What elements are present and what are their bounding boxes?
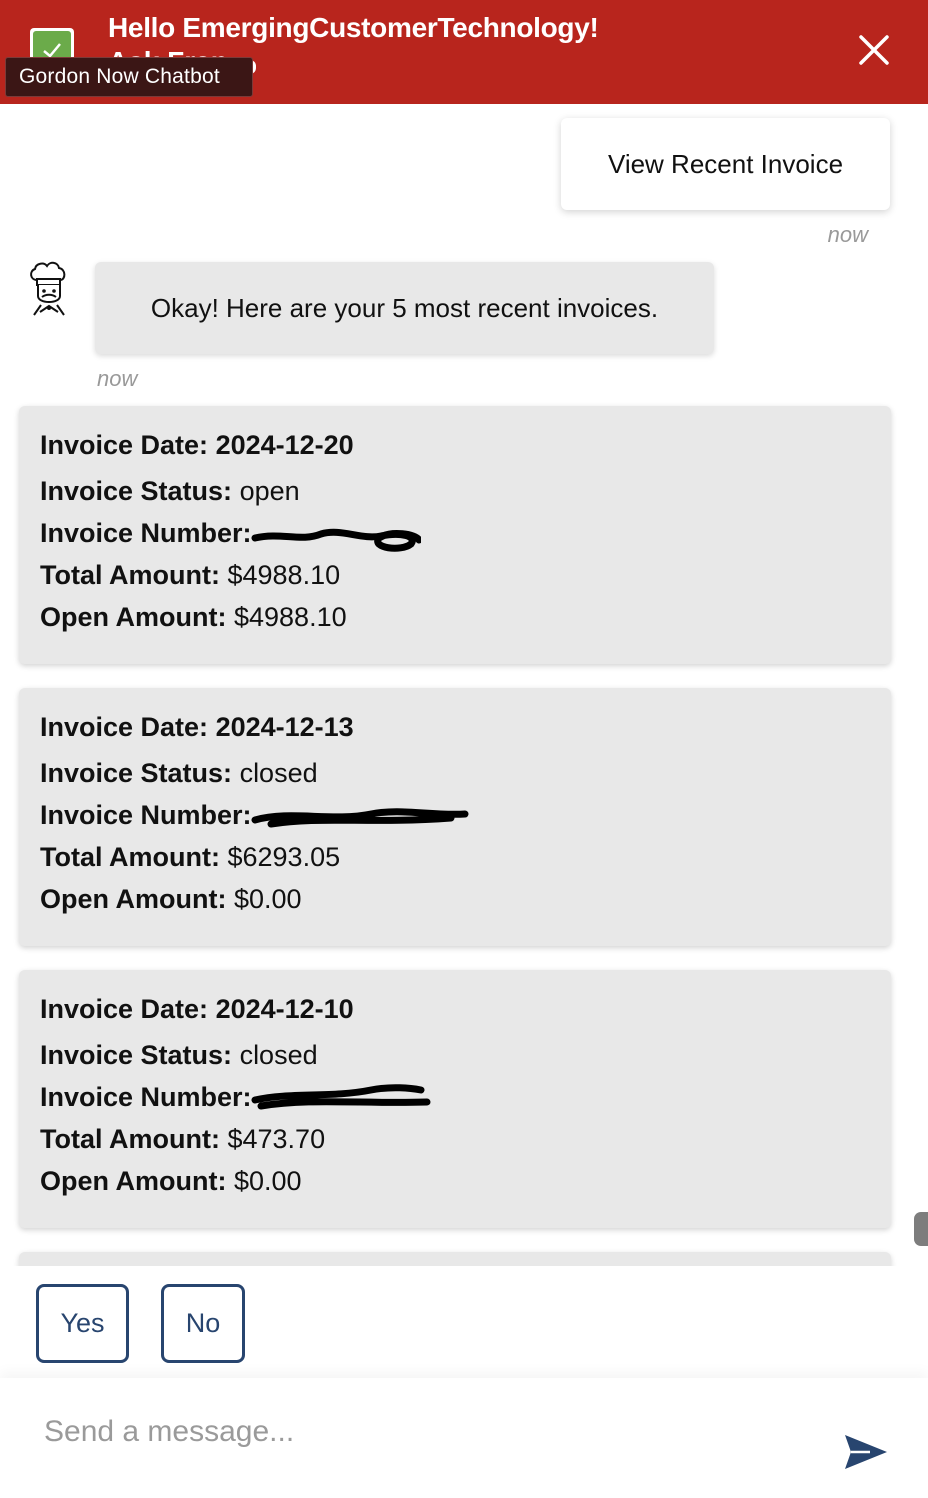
invoice-number-row: Invoice Number: (40, 800, 252, 830)
send-icon[interactable] (842, 1432, 890, 1472)
invoice-date-row: Invoice Date: 2024-12-20 (40, 430, 354, 460)
invoice-total-row: Total Amount: $4988.10 (40, 560, 341, 590)
invoice-card: Invoice Date: 2024-12-13 Invoice Status:… (19, 688, 891, 946)
scrollbar-thumb[interactable] (914, 1212, 928, 1246)
invoice-date-row: Invoice Date: 2024-12-13 (40, 712, 354, 742)
invoice-status-row: Invoice Status: closed (40, 758, 318, 788)
message-input[interactable] (44, 1404, 804, 1460)
bot-message-timestamp: now (97, 366, 138, 391)
invoice-total-row: Total Amount: $6293.05 (40, 842, 341, 872)
invoice-status-row: Invoice Status: open (40, 476, 300, 506)
user-message-timestamp: now (827, 222, 868, 247)
invoice-list: Invoice Date: 2024-12-20 Invoice Status:… (0, 400, 928, 1266)
invoice-open-row: Open Amount: $4988.10 (40, 602, 347, 632)
header-title: Hello EmergingCustomerTechnology! (108, 12, 599, 43)
redaction-scribble (251, 808, 469, 828)
message-composer (0, 1378, 928, 1498)
no-button[interactable]: No (161, 1284, 245, 1363)
invoice-number-row: Invoice Number: (40, 518, 252, 548)
invoice-status-row: Invoice Status: closed (40, 1040, 318, 1070)
invoice-card (19, 1252, 891, 1266)
invoice-card: Invoice Date: 2024-12-10 Invoice Status:… (19, 970, 891, 1228)
chef-bot-avatar-icon (22, 260, 76, 324)
invoice-open-row: Open Amount: $0.00 (40, 1166, 302, 1196)
invoice-card: Invoice Date: 2024-12-20 Invoice Status:… (19, 406, 891, 664)
redaction-scribble (251, 528, 421, 552)
invoice-number-row: Invoice Number: (40, 1082, 252, 1112)
bot-message-bubble: Okay! Here are your 5 most recent invoic… (95, 262, 714, 354)
user-message-bubble[interactable]: View Recent Invoice (561, 118, 890, 210)
yes-button[interactable]: Yes (36, 1284, 129, 1363)
chatbot-tooltip: Gordon Now Chatbot (5, 57, 253, 97)
invoice-total-row: Total Amount: $473.70 (40, 1124, 326, 1154)
invoice-open-row: Open Amount: $0.00 (40, 884, 302, 914)
invoice-date-row: Invoice Date: 2024-12-10 (40, 994, 354, 1024)
close-icon[interactable] (852, 28, 896, 72)
redaction-scribble (251, 1084, 431, 1110)
